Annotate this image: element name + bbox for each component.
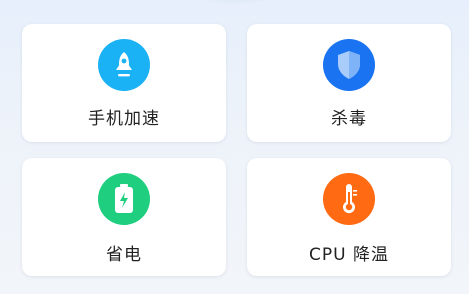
thermometer-icon bbox=[323, 173, 375, 225]
cpu-cooling-label: CPU 降温 bbox=[309, 245, 389, 265]
shield-icon bbox=[323, 39, 375, 91]
battery-icon bbox=[98, 173, 150, 225]
tools-grid: 手机加速 杀毒 省电 CPU 降温 bbox=[22, 24, 451, 278]
cpu-cooling-card[interactable]: CPU 降温 bbox=[247, 158, 451, 276]
phone-boost-card[interactable]: 手机加速 bbox=[22, 24, 226, 142]
power-saving-label: 省电 bbox=[106, 245, 142, 265]
phone-boost-label: 手机加速 bbox=[88, 109, 160, 129]
rocket-icon bbox=[98, 39, 150, 91]
power-saving-card[interactable]: 省电 bbox=[22, 158, 226, 276]
top-decoration bbox=[185, 0, 285, 4]
antivirus-label: 杀毒 bbox=[331, 109, 367, 129]
antivirus-card[interactable]: 杀毒 bbox=[247, 24, 451, 142]
